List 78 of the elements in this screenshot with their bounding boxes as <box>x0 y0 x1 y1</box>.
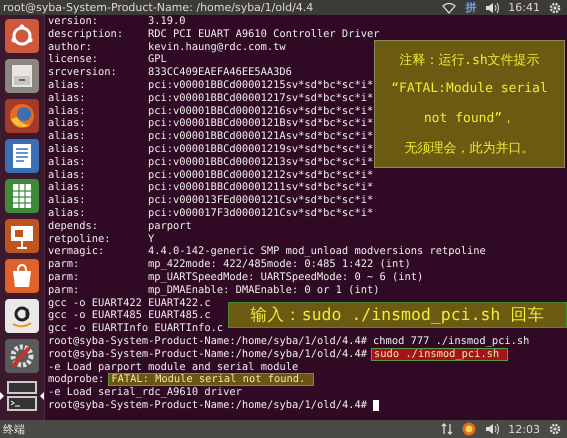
field-label: license: <box>48 53 100 66</box>
highlighted-text: sudo ./insmod_pci.sh <box>371 348 508 361</box>
field-label: parm: <box>48 284 80 297</box>
field-label: alias: <box>48 168 87 182</box>
field-value: pci:v00001BBCd00001215sv*sd*bc*sc*i* <box>148 78 374 92</box>
field-value: pci:v00001BBCd00001219sv*sd*bc*sc*i* <box>148 142 374 156</box>
volume-icon[interactable] <box>485 423 500 435</box>
field-value: pci:v000013FEd0000121Csv*sd*bc*sc*i* <box>148 194 374 207</box>
output-line: gcc -o EUARTInfo EUARTInfo.c <box>48 322 224 335</box>
network-icon[interactable] <box>442 2 456 14</box>
output-line: -e Load parport module and serial module <box>48 360 298 374</box>
presentation-icon[interactable] <box>5 219 39 253</box>
clock[interactable]: 12:03 <box>508 422 540 436</box>
field-label: parm: <box>48 270 80 284</box>
field-value: pci:v00001BBCd00001217sv*sd*bc*sc*i* <box>148 92 374 105</box>
field-label: depends: <box>48 220 100 233</box>
volume-icon[interactable] <box>485 2 500 14</box>
document-icon[interactable] <box>5 139 39 173</box>
field-value: kevin.haung@rdc.com.tw <box>148 40 286 54</box>
field-label: alias: <box>48 194 87 207</box>
field-value: mp_UARTSpeedMode: UARTSpeedMode: 0 ~ 6 (int) <box>148 270 424 284</box>
shell-prompt: root@syba-System-Product-Name:/home/syba/1/old/4.4# <box>48 334 368 348</box>
field-label: alias: <box>48 130 87 143</box>
field-label: srcversion: <box>48 66 118 79</box>
active-pointer-icon <box>40 392 44 400</box>
terminal-icon[interactable] <box>5 379 39 413</box>
field-value: parport <box>148 220 192 233</box>
field-value: pci:v00001BBCd00001213sv*sd*bc*sc*i* <box>148 156 374 169</box>
shell-prompt: modprobe: <box>48 373 104 386</box>
field-label: retpoline: <box>48 232 112 246</box>
field-label: alias: <box>48 156 87 169</box>
shell-prompt: root@syba-System-Product-Name:/home/syba/1/old/4.4# <box>48 348 368 361</box>
settings-icon[interactable] <box>549 2 561 14</box>
field-value: pci:v00001BBCd0000121Asv*sd*bc*sc*i* <box>148 130 374 143</box>
field-value: pci:v00001BBCd00001211sv*sd*bc*sc*i* <box>148 181 374 194</box>
field-label: version: <box>48 15 100 28</box>
input-method-indicator[interactable]: 拼 <box>465 0 476 15</box>
field-value: 833CC409EAEFA46EE5AA3D6 <box>148 66 292 79</box>
field-value: Y <box>148 232 154 246</box>
output-line: gcc -o EUART422 EUART422.c <box>48 296 211 310</box>
field-value: 3.19.0 <box>148 15 186 28</box>
field-label: alias: <box>48 78 87 92</box>
field-value: mp_422mode: 422/485mode: 0:485 1:422 (int) <box>148 258 411 271</box>
field-label: author: <box>48 40 93 54</box>
shopping-bag-icon[interactable] <box>5 259 39 293</box>
field-value: pci:v00001BBCd00001216sv*sd*bc*sc*i* <box>148 104 374 118</box>
output-line: gcc -o EUART485 EUART485.c <box>48 309 211 322</box>
field-label: alias: <box>48 181 87 194</box>
field-label: alias: <box>48 117 87 130</box>
field-label: alias: <box>48 104 87 118</box>
settings-icon[interactable] <box>549 423 561 435</box>
spreadsheet-icon[interactable] <box>5 179 39 213</box>
field-value: pci:v00001BBCd0000121Bsv*sd*bc*sc*i* <box>148 117 374 130</box>
command-text: chmod 777 ./insmod_pci.sh <box>373 334 530 348</box>
field-value: mp_DMAEnable: DMAEnable: 0 or 1 (int) <box>148 284 380 297</box>
field-label: alias: <box>48 92 87 105</box>
field-label: vermagic: <box>48 245 106 258</box>
field-label: alias: <box>48 142 87 156</box>
field-value: GPL <box>148 53 167 66</box>
app-title: 终端 <box>3 422 25 436</box>
input-method-icon[interactable] <box>462 422 476 436</box>
file-cabinet-icon[interactable] <box>5 59 39 93</box>
clock[interactable]: 16:41 <box>508 1 540 14</box>
shell-prompt: root@syba-System-Product-Name:/home/syba/1/old/4.4# <box>48 398 368 412</box>
field-value: pci:v000017F3d0000121Csv*sd*bc*sc*i* <box>148 206 374 220</box>
field-label: alias: <box>48 206 87 220</box>
annotation-note: 输入：sudo ./insmod_pci.sh 回车 <box>228 302 567 328</box>
field-value: 4.4.0-142-generic SMP mod_unload modversions retpoline <box>148 245 486 258</box>
highlighted-text: FATAL: Module serial not found. <box>108 373 314 386</box>
transfer-arrows-icon[interactable] <box>441 423 454 435</box>
annotation-note: 注释：运行.sh文件提示 “FATAL:Module serial not found”， 无须理会，此为并口。 <box>374 40 565 168</box>
window-title: root@syba-System-Product-Name: /home/syba/1/old/4.4 <box>3 1 314 14</box>
active-pointer-icon <box>0 392 4 400</box>
field-label: description: <box>48 28 124 41</box>
output-line: -e Load serial_rdc_A9610 driver <box>48 386 242 399</box>
field-value: RDC PCI EUART A9610 Controller Driver <box>148 28 380 41</box>
field-label: parm: <box>48 258 80 271</box>
field-value: pci:v00001BBCd00001212sv*sd*bc*sc*i* <box>148 168 374 182</box>
